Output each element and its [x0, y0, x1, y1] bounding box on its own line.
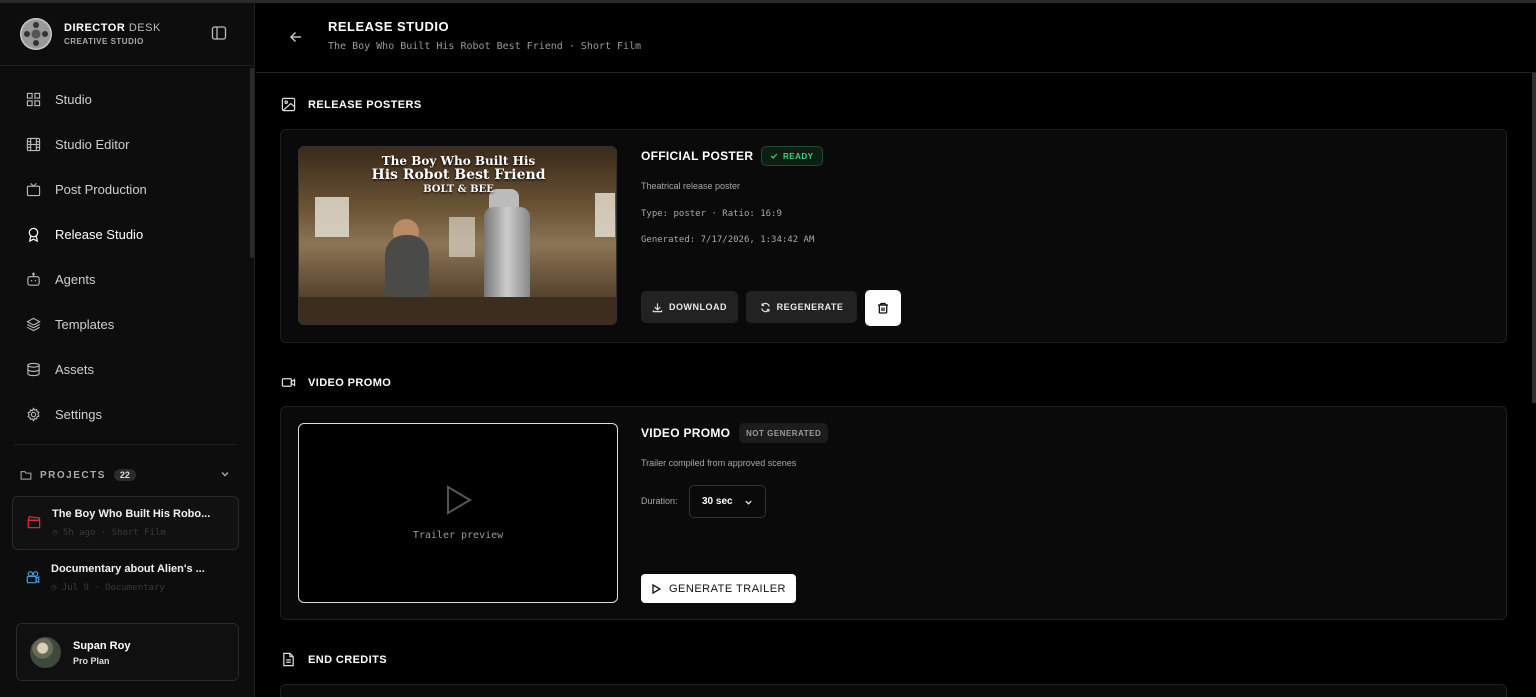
bot-icon — [27, 272, 40, 286]
projects-header[interactable]: PROJECTS 22 — [20, 468, 230, 482]
user-plan: Pro Plan — [73, 656, 110, 666]
poster-generated: Generated: 7/17/2026, 1:34:42 AM — [641, 235, 815, 245]
camera-icon — [26, 571, 40, 584]
check-icon — [770, 153, 778, 159]
project-title: The Boy Who Built His Robo... — [52, 508, 211, 520]
nav-label: Studio Editor — [55, 136, 130, 152]
project-title: Documentary about Alien's ... — [51, 563, 205, 575]
status-badge: NOT GENERATED — [739, 423, 829, 443]
nav-label: Templates — [55, 316, 115, 332]
credits-card — [280, 684, 1507, 697]
play-icon — [447, 485, 472, 515]
page-header: RELEASE STUDIO The Boy Who Built His Rob… — [256, 3, 1536, 73]
main-content: RELEASE STUDIO The Boy Who Built His Rob… — [256, 3, 1536, 697]
projects-count-badge: 22 — [113, 469, 136, 481]
poster-image[interactable]: The Boy Who Built His His Robot Best Fri… — [298, 146, 617, 325]
clapperboard-icon — [27, 516, 41, 529]
film-reel-logo-icon — [20, 18, 52, 50]
poster-card: The Boy Who Built His His Robot Best Fri… — [280, 129, 1507, 343]
nav-item-release-studio[interactable]: Release Studio — [26, 224, 143, 244]
nav-item-assets[interactable]: Assets — [26, 359, 94, 379]
folder-icon — [20, 471, 32, 480]
trash-icon — [878, 302, 888, 314]
trailer-preview[interactable]: Trailer preview — [298, 423, 618, 603]
nav-label: Release Studio — [55, 226, 144, 242]
refresh-icon — [760, 302, 770, 312]
download-button[interactable]: DOWNLOAD — [641, 291, 738, 323]
main-scrollbar[interactable] — [1532, 73, 1536, 403]
user-name: Supan Roy — [73, 640, 131, 652]
poster-text-line: The Boy Who Built His — [381, 154, 536, 168]
status-badge: READY — [761, 146, 823, 166]
page-title: RELEASE STUDIO — [328, 19, 450, 34]
regenerate-button[interactable]: REGENERATE — [746, 291, 857, 323]
image-icon — [281, 97, 296, 112]
duration-label: Duration: — [641, 496, 678, 506]
nav-label: Studio — [55, 91, 92, 107]
preview-label: Trailer preview — [412, 530, 504, 541]
project-meta: ◷ Jul 9 · Documentary — [51, 583, 165, 593]
film-icon — [26, 137, 41, 151]
section-header-credits: END CREDITS — [281, 652, 387, 667]
gear-icon — [27, 406, 40, 422]
nav-item-post-production[interactable]: Post Production — [26, 179, 147, 199]
chevron-down-icon[interactable] — [220, 469, 230, 479]
section-header-posters: RELEASE POSTERS — [281, 97, 422, 112]
avatar — [30, 637, 61, 668]
divider — [14, 444, 236, 445]
download-icon — [652, 302, 663, 312]
poster-text-line: BOLT & BEE — [423, 184, 494, 195]
delete-button[interactable] — [865, 290, 901, 326]
play-icon — [652, 583, 661, 594]
poster-description: Theatrical release poster — [641, 181, 741, 191]
layers-icon — [26, 317, 41, 331]
nav-label: Assets — [55, 361, 95, 377]
sidebar-scrollbar[interactable] — [250, 68, 254, 258]
sidebar-toggle-icon[interactable] — [211, 25, 227, 41]
section-label: END CREDITS — [308, 653, 387, 666]
nav-item-studio[interactable]: Studio — [26, 89, 92, 109]
divider — [0, 65, 255, 66]
poster-type: Type: poster · Ratio: 16:9 — [641, 209, 782, 219]
nav-label: Settings — [55, 406, 102, 422]
duration-select[interactable]: 30 sec — [689, 485, 766, 518]
video-card: Trailer preview VIDEO PROMO NOT GENERATE… — [280, 406, 1507, 620]
project-meta: ◷ 5h ago · Short Film — [52, 528, 166, 538]
page-subtitle: The Boy Who Built His Robot Best Friend … — [328, 41, 642, 52]
document-icon — [283, 652, 294, 667]
brand-title: DIRECTOR DESK — [64, 22, 161, 34]
nav-item-agents[interactable]: Agents — [26, 269, 95, 289]
award-icon — [28, 227, 39, 242]
video-title: VIDEO PROMO — [641, 426, 731, 440]
project-item[interactable]: The Boy Who Built His Robo... ◷ 5h ago ·… — [12, 496, 239, 550]
tv-icon — [26, 182, 41, 196]
section-header-video: VIDEO PROMO — [281, 375, 391, 390]
grid-icon — [26, 92, 41, 106]
nav-item-settings[interactable]: Settings — [26, 404, 102, 424]
arrow-left-icon[interactable] — [288, 29, 304, 45]
nav-item-templates[interactable]: Templates — [26, 314, 114, 334]
poster-text-line: His Robot Best Friend — [371, 167, 546, 183]
poster-title: OFFICIAL POSTER — [641, 149, 754, 163]
video-icon — [281, 378, 296, 387]
brand-subtitle: CREATIVE STUDIO — [64, 37, 144, 46]
projects-label: PROJECTS — [40, 469, 106, 481]
chevron-down-icon — [745, 500, 752, 505]
user-profile-card[interactable]: Supan Roy Pro Plan — [16, 623, 239, 681]
nav-label: Agents — [55, 271, 96, 287]
generate-trailer-button[interactable]: GENERATE TRAILER — [641, 574, 796, 603]
nav-item-studio-editor[interactable]: Studio Editor — [26, 134, 129, 154]
nav-label: Post Production — [55, 181, 147, 197]
project-item[interactable]: Documentary about Alien's ... ◷ Jul 9 · … — [12, 552, 239, 606]
brand[interactable]: DIRECTOR DESK CREATIVE STUDIO — [20, 18, 161, 50]
section-label: RELEASE POSTERS — [308, 98, 422, 111]
section-label: VIDEO PROMO — [308, 376, 392, 389]
video-description: Trailer compiled from approved scenes — [641, 458, 797, 468]
database-icon — [27, 362, 40, 376]
sidebar: DIRECTOR DESK CREATIVE STUDIO Studio Stu… — [0, 3, 255, 697]
